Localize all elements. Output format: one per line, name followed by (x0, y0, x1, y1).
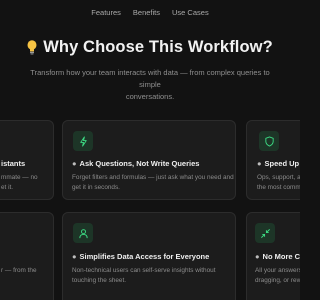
card-desc-line-2: dragging, or rew (255, 277, 300, 284)
card-desc-line-2: et it. (1, 184, 14, 191)
card-title-text: No More Co (262, 252, 300, 261)
bullet-dot-icon: ● (72, 159, 77, 168)
bullet-dot-icon: ● (72, 252, 77, 261)
card-title: ● Ask Questions, Not Write Queries (72, 159, 199, 168)
lightning-icon (79, 135, 87, 147)
subtitle-line-2: conversations. (125, 92, 175, 101)
collapse-arrows-icon (260, 228, 270, 238)
card-title-text: Simplifies Data Access for Everyone (79, 252, 210, 261)
card-desc-line-2: get it in seconds. (72, 184, 120, 191)
card-desc-line-2: the most comm (257, 184, 300, 191)
nav-link-features[interactable]: Features (91, 8, 121, 17)
card-icon-box (73, 223, 93, 243)
section-title: Why Choose This Workflow? (43, 38, 273, 56)
card-icon-box (255, 223, 275, 243)
card-desc-line-1: mmate — no (1, 174, 38, 181)
bullet-dot-icon: ● (257, 159, 262, 168)
feature-card-no-more: ●No More Co All your answers dragging, o… (246, 212, 300, 300)
card-icon-box (259, 131, 279, 151)
feature-card-speed-up: ●Speed Up F Ops, support, a the most com… (246, 120, 300, 200)
feature-card-ask-questions: ● Ask Questions, Not Write Queries Forget… (62, 120, 236, 200)
card-desc-line-1: Forget filters and formulas — just ask w… (72, 174, 234, 181)
card-desc-line-1: Non-technical users can self-serve insig… (72, 267, 216, 274)
card-title: ● Simplifies Data Access for Everyone (72, 252, 209, 261)
subtitle-line-1: Transform how your team interacts with d… (30, 68, 270, 89)
card-desc-line-1: r — from the (1, 267, 37, 274)
card-icon-box (73, 131, 93, 151)
top-nav: Features Benefits Use Cases (0, 8, 300, 17)
section-heading: Why Choose This Workflow? (0, 38, 300, 57)
feature-card-left-bottom: r — from the (0, 212, 54, 300)
card-desc-line-1: All your answers (255, 267, 300, 274)
user-icon (78, 228, 88, 238)
card-title: ●Speed Up F (257, 159, 300, 168)
section-subtitle: Transform how your team interacts with d… (20, 67, 280, 103)
shield-icon (264, 135, 274, 147)
bullet-dot-icon: ● (255, 252, 260, 261)
lightbulb-icon (27, 40, 37, 55)
nav-link-benefits[interactable]: Benefits (133, 8, 160, 17)
card-title-text: Speed Up F (264, 159, 300, 168)
feature-card-assistants: istants mmate — no et it. (0, 120, 54, 200)
card-desc-line-1: Ops, support, a (257, 174, 300, 181)
card-title: ●No More Co (255, 252, 300, 261)
card-title: istants (1, 159, 26, 168)
card-desc-line-2: touching the sheet. (72, 277, 127, 284)
page: Features Benefits Use Cases Why Choose T… (0, 0, 300, 300)
feature-card-simplifies: ● Simplifies Data Access for Everyone Non… (62, 212, 236, 300)
nav-link-use-cases[interactable]: Use Cases (172, 8, 209, 17)
card-title-text: Ask Questions, Not Write Queries (79, 159, 200, 168)
